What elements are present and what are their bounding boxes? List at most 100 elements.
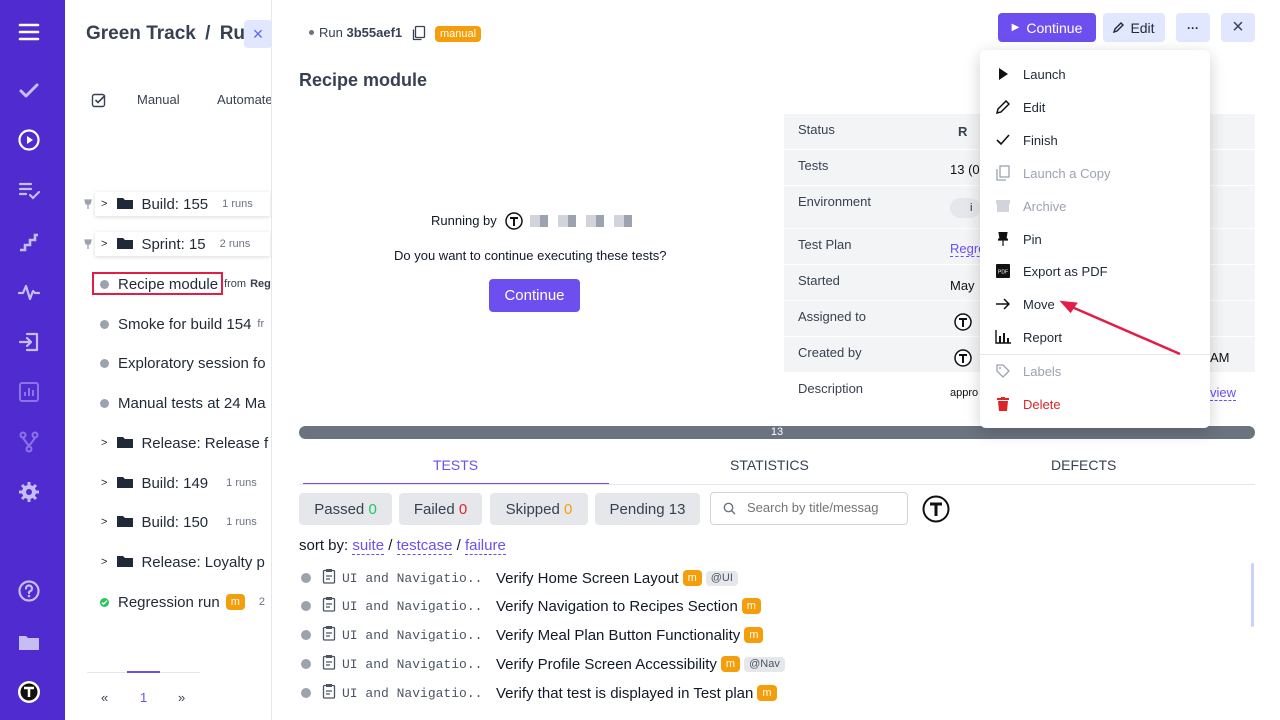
branch-icon[interactable] bbox=[15, 428, 43, 456]
tree-folder-row[interactable]: > Sprint: 15 2 runs bbox=[95, 232, 270, 256]
breadcrumb: Green Track / Rur bbox=[86, 23, 252, 45]
tab-automated[interactable]: Automate bbox=[217, 92, 271, 107]
menu-item-finish[interactable]: Finish bbox=[980, 125, 1210, 155]
tree-item-label: Smoke for build 154 bbox=[118, 315, 252, 333]
menu-item-archive[interactable]: Archive bbox=[980, 191, 1210, 221]
test-row[interactable]: UI and Navigatio... Verify Meal Plan But… bbox=[299, 621, 764, 649]
menu-item-export-pdf[interactable]: PDF Export as PDF bbox=[980, 256, 1210, 286]
tree-run-row-selected[interactable]: Recipe module from Reg bbox=[100, 272, 271, 296]
tab-tests[interactable]: TESTS bbox=[433, 457, 478, 473]
test-title[interactable]: Verify Navigation to Recipes Section bbox=[496, 598, 738, 615]
filter-failed[interactable]: Failed 0 bbox=[399, 493, 482, 525]
check-icon[interactable] bbox=[15, 77, 43, 105]
sort-by-suite[interactable]: suite bbox=[352, 537, 385, 555]
tree-item-meta: 2 bbox=[258, 596, 266, 608]
tree-run-row[interactable]: Smoke for build 154 fr bbox=[100, 312, 264, 336]
tree-run-row[interactable]: Exploratory session fo bbox=[100, 351, 266, 375]
test-tag: @UI bbox=[705, 570, 738, 586]
scrollbar[interactable] bbox=[1251, 563, 1254, 627]
tree-folder-row[interactable]: > Release: Loyalty p bbox=[101, 550, 265, 574]
sort-by-failure[interactable]: failure bbox=[464, 537, 506, 555]
help-icon[interactable] bbox=[15, 577, 43, 605]
folder-icon[interactable] bbox=[15, 628, 43, 656]
continue-execution-button[interactable]: Continue bbox=[489, 279, 580, 312]
close-icon[interactable]: × bbox=[244, 20, 271, 48]
filter-passed[interactable]: Passed 0 bbox=[299, 493, 392, 525]
pdf-icon: PDF bbox=[995, 263, 1011, 279]
steps-icon[interactable] bbox=[15, 228, 43, 256]
folder-icon bbox=[117, 196, 134, 213]
chevron-right-icon[interactable]: > bbox=[101, 516, 107, 528]
multi-select-icon[interactable] bbox=[91, 92, 107, 108]
menu-item-report[interactable]: Report bbox=[980, 322, 1210, 352]
tree-run-row[interactable]: Regression run m 2 bbox=[100, 590, 265, 614]
test-title[interactable]: Verify Profile Screen Accessibility bbox=[496, 656, 717, 673]
test-title[interactable]: Verify Home Screen Layout bbox=[496, 570, 679, 587]
menu-item-edit[interactable]: Edit bbox=[980, 92, 1210, 122]
menu-divider bbox=[980, 354, 1210, 355]
arrow-right-icon bbox=[995, 296, 1011, 312]
menu-icon[interactable] bbox=[15, 18, 43, 46]
menu-item-delete[interactable]: Delete bbox=[980, 389, 1210, 419]
test-row[interactable]: UI and Navigatio... Verify Profile Scree… bbox=[299, 650, 785, 678]
play-circle-icon[interactable] bbox=[15, 126, 43, 154]
breadcrumb-project[interactable]: Green Track bbox=[86, 23, 196, 44]
test-row[interactable]: UI and Navigatio... Verify Navigation to… bbox=[299, 592, 761, 620]
tree-item-label: Release: Release f bbox=[141, 434, 269, 452]
description-view-link[interactable]: view bbox=[1210, 385, 1237, 401]
user-avatar bbox=[505, 212, 523, 230]
tree-folder-row[interactable]: > Build: 149 1 runs bbox=[101, 471, 257, 495]
menu-item-launch[interactable]: Launch bbox=[980, 59, 1210, 89]
continue-button[interactable]: ▶ Continue bbox=[998, 13, 1096, 42]
tree-folder-row[interactable]: > Release: Release f bbox=[101, 431, 268, 455]
tree-item-count: 1 runs bbox=[226, 477, 257, 489]
tab-statistics[interactable]: STATISTICS bbox=[730, 457, 809, 473]
tab-manual[interactable]: Manual bbox=[137, 92, 180, 107]
chevron-right-icon[interactable]: > bbox=[101, 238, 107, 250]
gear-icon[interactable] bbox=[15, 478, 43, 506]
close-button[interactable]: × bbox=[1221, 13, 1255, 42]
import-icon[interactable] bbox=[15, 328, 43, 356]
tree-item-count: 1 runs bbox=[226, 516, 257, 528]
edit-button[interactable]: Edit bbox=[1103, 13, 1165, 42]
tree-item-label: Exploratory session fo bbox=[118, 354, 266, 372]
pager-prev[interactable]: « bbox=[101, 690, 108, 705]
folder-icon bbox=[117, 475, 134, 492]
testomat-logo-icon[interactable] bbox=[15, 678, 43, 706]
chevron-right-icon[interactable]: > bbox=[101, 198, 107, 210]
clipboard-icon bbox=[322, 596, 336, 617]
chevron-right-icon[interactable]: > bbox=[101, 556, 107, 568]
test-row[interactable]: UI and Navigatio... Verify that test is … bbox=[299, 679, 777, 707]
filter-pending[interactable]: Pending 13 bbox=[595, 493, 700, 525]
tree-item-label: Manual tests at 24 Ma bbox=[118, 394, 266, 412]
menu-item-launch-copy[interactable]: Launch a Copy bbox=[980, 158, 1210, 188]
user-filter-avatar[interactable] bbox=[922, 495, 950, 523]
folder-icon bbox=[117, 514, 134, 531]
filter-skipped[interactable]: Skipped 0 bbox=[490, 493, 588, 525]
clipboard-icon bbox=[322, 568, 336, 589]
tree-folder-row[interactable]: > Build: 150 1 runs bbox=[101, 510, 257, 534]
list-check-icon[interactable] bbox=[15, 176, 43, 204]
tree-folder-row[interactable]: > Build: 155 1 runs bbox=[95, 192, 270, 216]
more-actions-button[interactable]: ··· bbox=[1176, 13, 1210, 42]
menu-item-move[interactable]: Move bbox=[980, 289, 1210, 319]
chevron-right-icon[interactable]: > bbox=[101, 437, 107, 449]
bar-chart-icon[interactable] bbox=[15, 378, 43, 406]
pager-next[interactable]: » bbox=[178, 690, 185, 705]
pulse-icon[interactable] bbox=[15, 278, 43, 306]
sort-by-testcase[interactable]: testcase bbox=[396, 537, 453, 555]
chevron-right-icon[interactable]: > bbox=[101, 477, 107, 489]
menu-item-pin[interactable]: Pin bbox=[980, 224, 1210, 254]
tab-defects[interactable]: DEFECTS bbox=[1051, 457, 1116, 473]
test-row[interactable]: UI and Navigatio... Verify Home Screen L… bbox=[299, 564, 738, 592]
clipboard-icon bbox=[322, 683, 336, 704]
search-input[interactable] bbox=[747, 500, 897, 515]
pin-icon bbox=[83, 236, 93, 249]
pager-page[interactable]: 1 bbox=[140, 690, 147, 705]
menu-item-labels[interactable]: Labels bbox=[980, 356, 1210, 386]
copy-icon[interactable] bbox=[411, 25, 427, 41]
test-title[interactable]: Verify that test is displayed in Test pl… bbox=[496, 685, 753, 702]
test-title[interactable]: Verify Meal Plan Button Functionality bbox=[496, 627, 740, 644]
tree-run-row[interactable]: Manual tests at 24 Ma bbox=[100, 391, 266, 415]
manual-badge: m bbox=[744, 627, 764, 643]
